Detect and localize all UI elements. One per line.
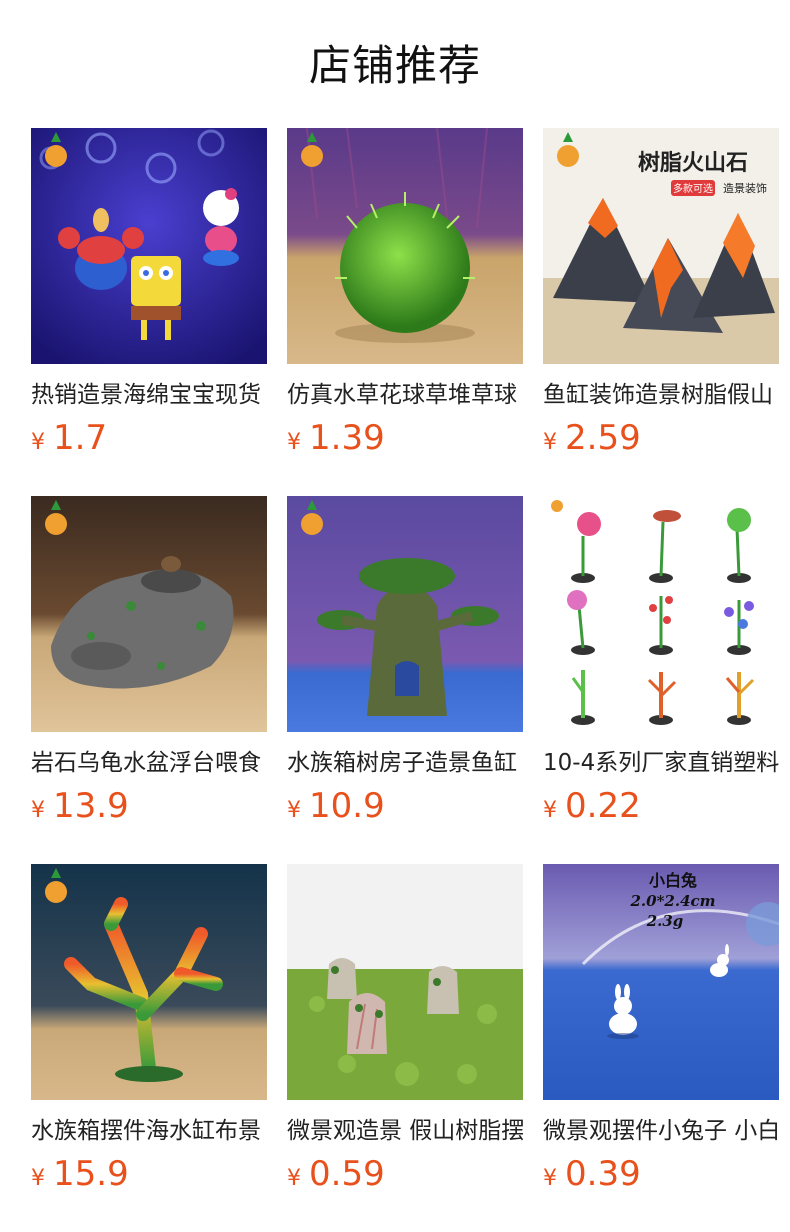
price-amount: 1.7 xyxy=(53,418,108,458)
product-name[interactable]: 岩石乌龟水盆浮台喂食 xyxy=(31,746,267,780)
product-card[interactable]: 10-4系列厂家直销塑料 ¥0.22 xyxy=(543,496,779,864)
cartoon-figures-image[interactable] xyxy=(31,128,267,364)
product-name[interactable]: 热销造景海绵宝宝现货 xyxy=(31,378,267,412)
currency-symbol: ¥ xyxy=(287,430,301,455)
currency-symbol: ¥ xyxy=(31,430,45,455)
price-amount: 0.39 xyxy=(565,1154,641,1194)
price-amount: 13.9 xyxy=(53,786,129,826)
image-headline: 树脂火山石 xyxy=(638,150,748,176)
price-amount: 1.39 xyxy=(309,418,385,458)
product-price: ¥0.22 xyxy=(543,784,779,828)
product-name[interactable]: 仿真水草花球草堆草球 xyxy=(287,378,523,412)
product-card[interactable]: 水族箱摆件海水缸布景 ¥15.9 xyxy=(31,864,267,1232)
currency-symbol: ¥ xyxy=(543,798,557,823)
plastic-plants-image[interactable] xyxy=(543,496,779,732)
product-price: ¥0.39 xyxy=(543,1152,779,1196)
currency-symbol: ¥ xyxy=(543,430,557,455)
product-name[interactable]: 水族箱摆件海水缸布景 xyxy=(31,1114,267,1148)
currency-symbol: ¥ xyxy=(31,1166,45,1191)
shop-recommend-page: 店铺推荐 热销造景海绵宝宝现货 ¥ 1.7 仿真水草花球草堆草球 ¥ 1.39 … xyxy=(0,0,790,1232)
product-card[interactable]: 岩石乌龟水盆浮台喂食 ¥13.9 xyxy=(31,496,267,864)
volcano-image[interactable]: 树脂火山石 多款可选 造景装饰 xyxy=(543,128,779,364)
grass-ball-image[interactable] xyxy=(287,128,523,364)
price-amount: 2.59 xyxy=(565,418,641,458)
price-amount: 0.59 xyxy=(309,1154,385,1194)
coral-image[interactable] xyxy=(31,864,267,1100)
product-price: ¥10.9 xyxy=(287,784,523,828)
image-line3: 2.3g xyxy=(646,912,684,930)
tree-house-image[interactable] xyxy=(287,496,523,732)
section-title: 店铺推荐 xyxy=(308,41,481,90)
product-price: ¥2.59 xyxy=(543,416,779,460)
product-name[interactable]: 微景观摆件小兔子 小白 xyxy=(543,1114,779,1148)
product-price: ¥1.7 xyxy=(31,416,267,460)
price-amount: 15.9 xyxy=(53,1154,129,1194)
product-price: ¥13.9 xyxy=(31,784,267,828)
product-card[interactable]: 仿真水草花球草堆草球 ¥1.39 xyxy=(287,128,523,496)
product-name[interactable]: 微景观造景 假山树脂摆 xyxy=(287,1114,523,1148)
price-amount: 0.22 xyxy=(565,786,641,826)
currency-symbol: ¥ xyxy=(31,798,45,823)
product-card[interactable]: 小白兔 2.0*2.4cm 2.3g 微景观摆件小兔子 小白 ¥0.39 xyxy=(543,864,779,1232)
product-card[interactable]: 水族箱树房子造景鱼缸 ¥10.9 xyxy=(287,496,523,864)
product-name[interactable]: 鱼缸装饰造景树脂假山 xyxy=(543,378,779,412)
product-card[interactable]: 热销造景海绵宝宝现货 ¥1.7 xyxy=(31,128,267,496)
product-price: ¥0.59 xyxy=(287,1152,523,1196)
mini-rocks-image[interactable] xyxy=(287,864,523,1100)
bunny-image[interactable]: 小白兔 2.0*2.4cm 2.3g xyxy=(543,864,779,1100)
image-tag: 多款可选 xyxy=(673,182,713,195)
product-name[interactable]: 水族箱树房子造景鱼缸 xyxy=(287,746,523,780)
currency-symbol: ¥ xyxy=(543,1166,557,1191)
currency-symbol: ¥ xyxy=(287,798,301,823)
price-amount: 10.9 xyxy=(309,786,385,826)
product-price: ¥1.39 xyxy=(287,416,523,460)
image-sub: 造景装饰 xyxy=(723,181,767,195)
currency-symbol: ¥ xyxy=(287,1166,301,1191)
product-price: ¥15.9 xyxy=(31,1152,267,1196)
image-line2: 2.0*2.4cm xyxy=(629,892,715,910)
rock-basin-image[interactable] xyxy=(31,496,267,732)
product-name[interactable]: 10-4系列厂家直销塑料 xyxy=(543,746,779,780)
image-line1: 小白兔 xyxy=(649,871,697,890)
product-card[interactable]: 微景观造景 假山树脂摆 ¥0.59 xyxy=(287,864,523,1232)
product-grid: 热销造景海绵宝宝现货 ¥1.7 仿真水草花球草堆草球 ¥ 1.39 树脂火山石 … xyxy=(31,128,780,1232)
product-card[interactable]: 树脂火山石 多款可选 造景装饰 鱼缸装饰造景树脂假山 ¥2.59 xyxy=(543,128,779,496)
